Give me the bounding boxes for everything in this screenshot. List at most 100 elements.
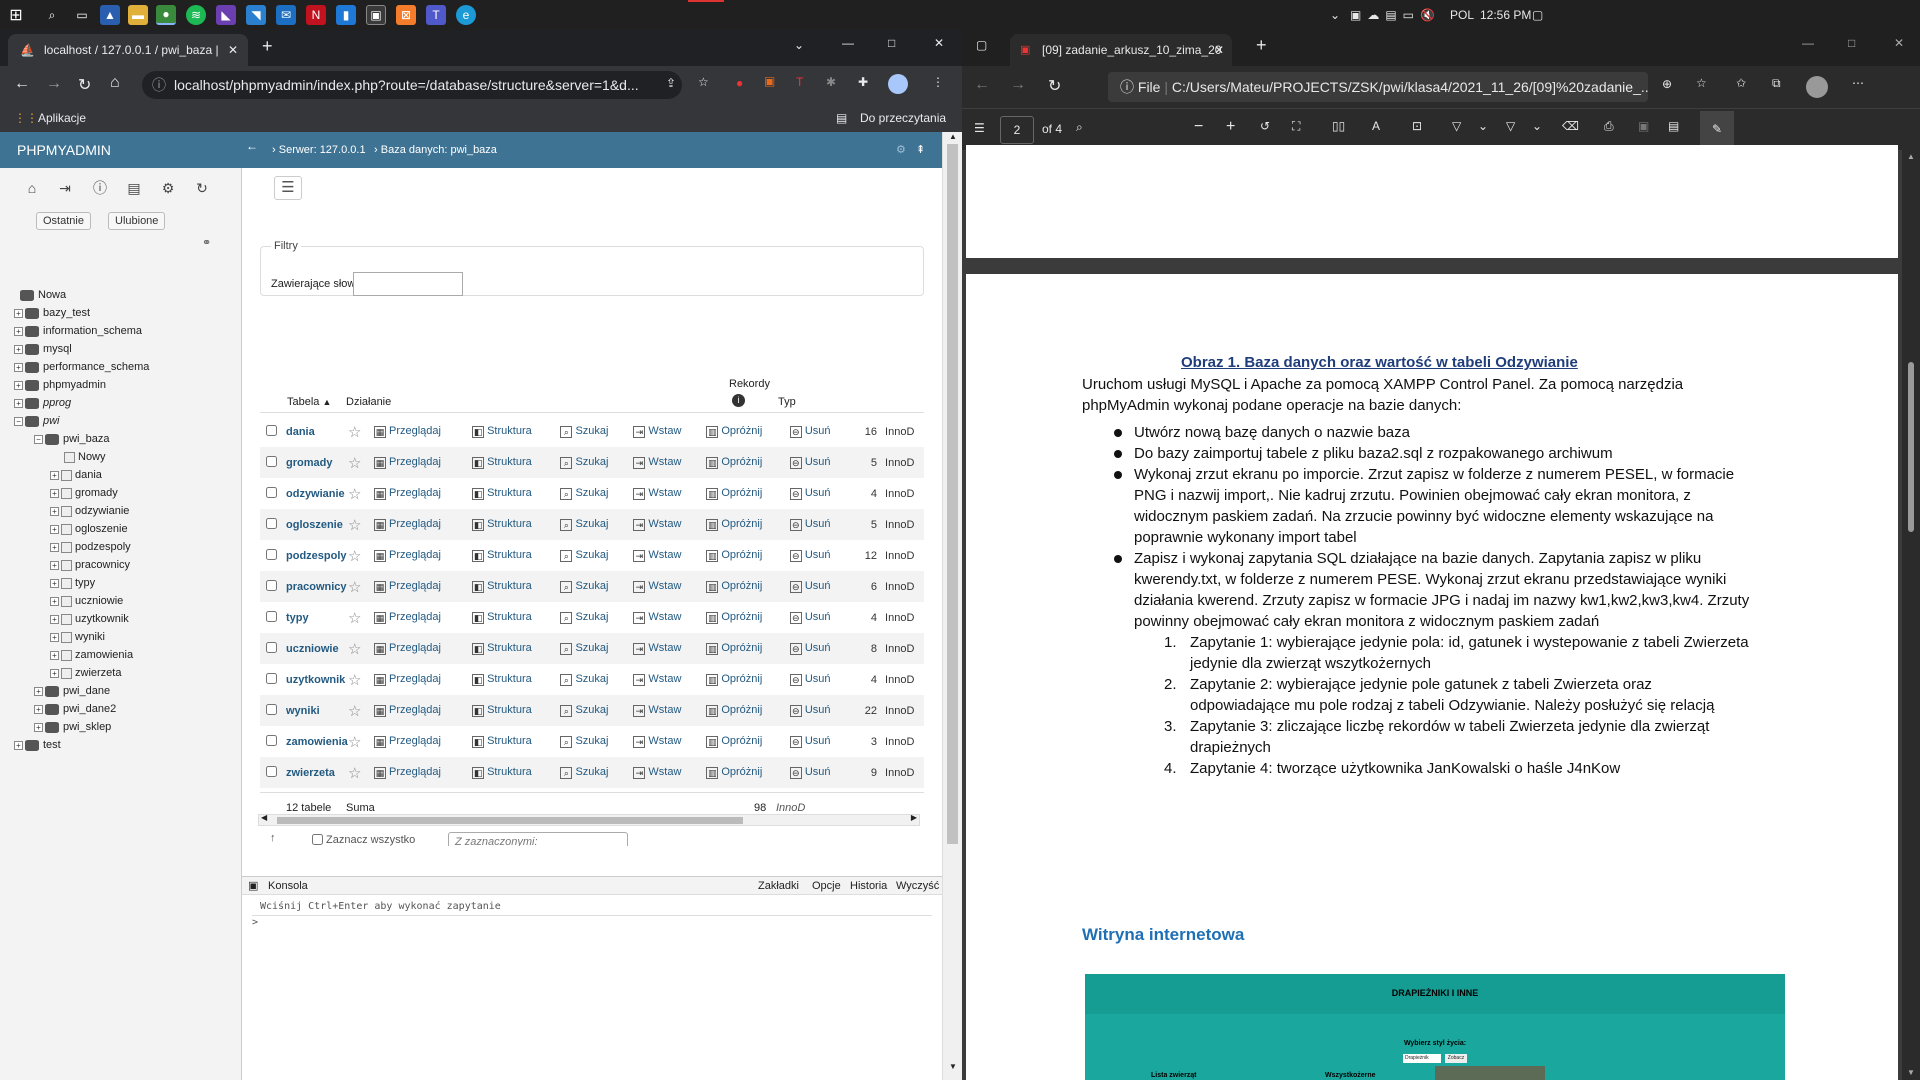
- new-tab-icon[interactable]: +: [262, 36, 273, 57]
- structure-link[interactable]: ◧ Struktura: [472, 757, 561, 788]
- collapse-nav-icon[interactable]: ←: [246, 128, 258, 164]
- draw-options-icon[interactable]: ⌄: [1478, 119, 1488, 133]
- row-checkbox[interactable]: [266, 486, 277, 498]
- tab-search-icon[interactable]: ⌄: [794, 38, 804, 52]
- bookmark-star-icon[interactable]: ☆: [698, 75, 709, 89]
- empty-link[interactable]: ▥ Opróżnij: [706, 540, 789, 571]
- print-icon[interactable]: ⎙: [1604, 119, 1614, 134]
- insert-link[interactable]: ⇥ Wstaw: [633, 633, 707, 664]
- back-icon[interactable]: ←: [14, 75, 30, 93]
- expand-toggle-icon[interactable]: +: [50, 524, 59, 534]
- favorite-star-icon[interactable]: ☆: [348, 602, 374, 633]
- tree-item[interactable]: + typy: [50, 574, 95, 592]
- bookmark-apps[interactable]: Aplikacje: [38, 104, 86, 132]
- structure-link[interactable]: ◧ Struktura: [472, 416, 560, 447]
- expand-toggle-icon[interactable]: +: [14, 362, 23, 372]
- search-icon[interactable]: ⌕: [42, 5, 62, 25]
- insert-link[interactable]: ⇥ Wstaw: [633, 757, 707, 788]
- console-prompt[interactable]: >: [252, 917, 258, 928]
- close-window-icon[interactable]: ✕: [934, 36, 944, 50]
- favorite-star-icon[interactable]: ☆: [348, 664, 374, 695]
- pdf-vertical-scrollbar[interactable]: ▲ ▼: [1902, 150, 1920, 1080]
- page-number-input[interactable]: 2: [1000, 116, 1034, 144]
- tree-item[interactable]: + pwi_dane2: [34, 700, 116, 718]
- console-bookmarks[interactable]: Zakładki: [758, 877, 799, 895]
- recent-tables-button[interactable]: Ostatnie: [36, 212, 91, 230]
- tree-item[interactable]: + zamowienia: [50, 646, 133, 664]
- row-checkbox[interactable]: [266, 672, 277, 684]
- table-name[interactable]: typy: [286, 602, 348, 633]
- expand-toggle-icon[interactable]: +: [34, 722, 43, 732]
- reload-icon[interactable]: ↻: [78, 75, 91, 95]
- row-checkbox[interactable]: [266, 424, 277, 436]
- table-name[interactable]: podzespoly: [286, 540, 348, 571]
- share-icon[interactable]: ⇪: [666, 76, 676, 90]
- search-link[interactable]: ⌕ Szukaj: [560, 757, 634, 788]
- expand-toggle-icon[interactable]: +: [50, 470, 59, 480]
- tree-item[interactable]: + mysql: [14, 340, 72, 358]
- search-link[interactable]: ⌕ Szukaj: [560, 726, 633, 757]
- home-icon[interactable]: ⌂: [24, 180, 40, 196]
- row-checkbox[interactable]: [266, 517, 277, 529]
- scroll-right-icon[interactable]: ▶: [911, 813, 917, 822]
- v-scroll-thumb[interactable]: [947, 144, 958, 844]
- insert-link[interactable]: ⇥ Wstaw: [633, 540, 706, 571]
- browse-link[interactable]: ▦ Przeglądaj: [374, 478, 472, 509]
- col-table[interactable]: Tabela ▲: [287, 396, 331, 408]
- breadcrumb-server[interactable]: › Serwer: 127.0.0.1: [272, 132, 366, 168]
- filter-input[interactable]: [353, 272, 463, 296]
- refresh-icon[interactable]: ↻: [1048, 76, 1061, 96]
- browse-link[interactable]: ▦ Przeglądaj: [374, 416, 472, 447]
- tree-item[interactable]: + performance_schema: [14, 358, 149, 376]
- app-icon-2[interactable]: ▮: [336, 5, 356, 25]
- drop-link[interactable]: ⊖ Usuń: [789, 478, 853, 509]
- empty-link[interactable]: ▥ Opróżnij: [706, 478, 789, 509]
- page-view-icon[interactable]: ▯▯: [1332, 119, 1345, 133]
- expand-toggle-icon[interactable]: +: [50, 614, 59, 624]
- settings-icon[interactable]: ⚙: [896, 132, 906, 168]
- browse-link[interactable]: ▦ Przeglądaj: [374, 757, 473, 788]
- app-icon-1[interactable]: ▲: [100, 5, 120, 25]
- reading-list-icon[interactable]: ▤: [836, 104, 847, 132]
- close-window-icon[interactable]: ✕: [1894, 36, 1904, 50]
- empty-link[interactable]: ▥ Opróżnij: [706, 509, 790, 540]
- visual-studio-icon[interactable]: ◣: [216, 5, 236, 25]
- browse-link[interactable]: ▦ Przeglądaj: [374, 509, 473, 540]
- notifications-icon[interactable]: ▢: [1532, 0, 1543, 30]
- insert-link[interactable]: ⇥ Wstaw: [633, 571, 707, 602]
- drop-link[interactable]: ⊖ Usuń: [789, 540, 853, 571]
- search-link[interactable]: ⌕ Szukaj: [560, 571, 634, 602]
- edge-menu-icon[interactable]: ⋯: [1852, 76, 1864, 90]
- expand-toggle-icon[interactable]: +: [50, 596, 59, 606]
- add-favorite-icon[interactable]: ☆: [1696, 76, 1707, 90]
- drop-link[interactable]: ⊖ Usuń: [789, 757, 854, 788]
- xampp-icon[interactable]: ⊠: [396, 5, 416, 25]
- favorites-icon[interactable]: ✩: [1736, 76, 1746, 90]
- expand-toggle-icon[interactable]: +: [50, 542, 59, 552]
- reading-list[interactable]: Do przeczytania: [860, 104, 946, 132]
- records-info-icon[interactable]: i: [732, 394, 745, 407]
- favorite-star-icon[interactable]: ☆: [348, 633, 374, 664]
- table-name[interactable]: zwierzeta: [286, 757, 348, 788]
- tab-phpmyadmin[interactable]: ⛵ localhost / 127.0.0.1 / pwi_baza | ✕: [8, 34, 248, 66]
- table-name[interactable]: wyniki: [286, 695, 348, 726]
- favorite-star-icon[interactable]: ☆: [348, 695, 374, 726]
- browse-link[interactable]: ▦ Przeglądaj: [374, 602, 472, 633]
- tree-item[interactable]: + phpmyadmin: [14, 376, 106, 394]
- rotate-icon[interactable]: ↺: [1260, 119, 1270, 133]
- empty-link[interactable]: ▥ Opróżnij: [706, 695, 790, 726]
- insert-link[interactable]: ⇥ Wstaw: [633, 695, 707, 726]
- search-link[interactable]: ⌕ Szukaj: [560, 695, 634, 726]
- file-explorer-icon[interactable]: ▬: [128, 5, 148, 25]
- pdf-scroll-thumb[interactable]: [1908, 362, 1914, 532]
- pma-logo[interactable]: PHPMYADMIN: [0, 132, 242, 168]
- extension-icon-1[interactable]: ●: [736, 76, 743, 90]
- zoom-out-icon[interactable]: −: [1194, 118, 1203, 136]
- text-box-icon[interactable]: ⊡: [1412, 119, 1422, 133]
- drop-link[interactable]: ⊖ Usuń: [789, 633, 854, 664]
- expand-toggle-icon[interactable]: +: [50, 506, 59, 516]
- expand-toggle-icon[interactable]: +: [14, 326, 23, 336]
- highlight-options-icon[interactable]: ⌄: [1532, 119, 1542, 133]
- check-all-label[interactable]: Zaznacz wszystko: [326, 834, 415, 846]
- structure-link[interactable]: ◧ Struktura: [472, 664, 560, 695]
